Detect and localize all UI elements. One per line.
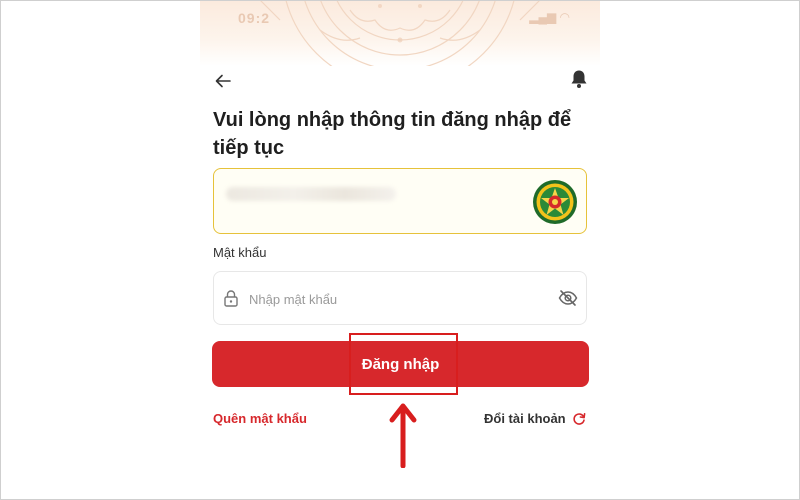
username-field[interactable]	[213, 168, 587, 234]
forgot-password-link[interactable]: Quên mật khẩu	[213, 411, 307, 426]
switch-account-link[interactable]: Đổi tài khoản	[484, 411, 586, 426]
back-button[interactable]	[210, 68, 236, 94]
password-field[interactable]	[213, 271, 587, 325]
header-pattern: 09:2 ▂▄▆ ◠	[200, 0, 600, 66]
page-title: Vui lòng nhập thông tin đăng nhập để tiế…	[213, 109, 572, 159]
refresh-icon	[572, 412, 586, 425]
login-button[interactable]: Đăng nhập	[212, 341, 589, 387]
police-emblem-icon	[533, 180, 577, 224]
status-time: 09:2	[238, 10, 271, 26]
status-icons: ▂▄▆ ◠	[529, 10, 570, 24]
bell-icon	[571, 70, 587, 88]
password-input[interactable]	[247, 286, 541, 312]
password-label: Mật khẩu	[213, 245, 267, 260]
annotation-arrow-up-icon	[389, 403, 417, 468]
username-value-blurred	[226, 187, 396, 201]
eye-off-icon[interactable]	[558, 289, 578, 307]
arrow-left-icon	[215, 74, 231, 88]
lock-icon	[224, 290, 238, 307]
switch-account-label: Đổi tài khoản	[484, 411, 566, 426]
notification-button[interactable]	[566, 66, 592, 92]
